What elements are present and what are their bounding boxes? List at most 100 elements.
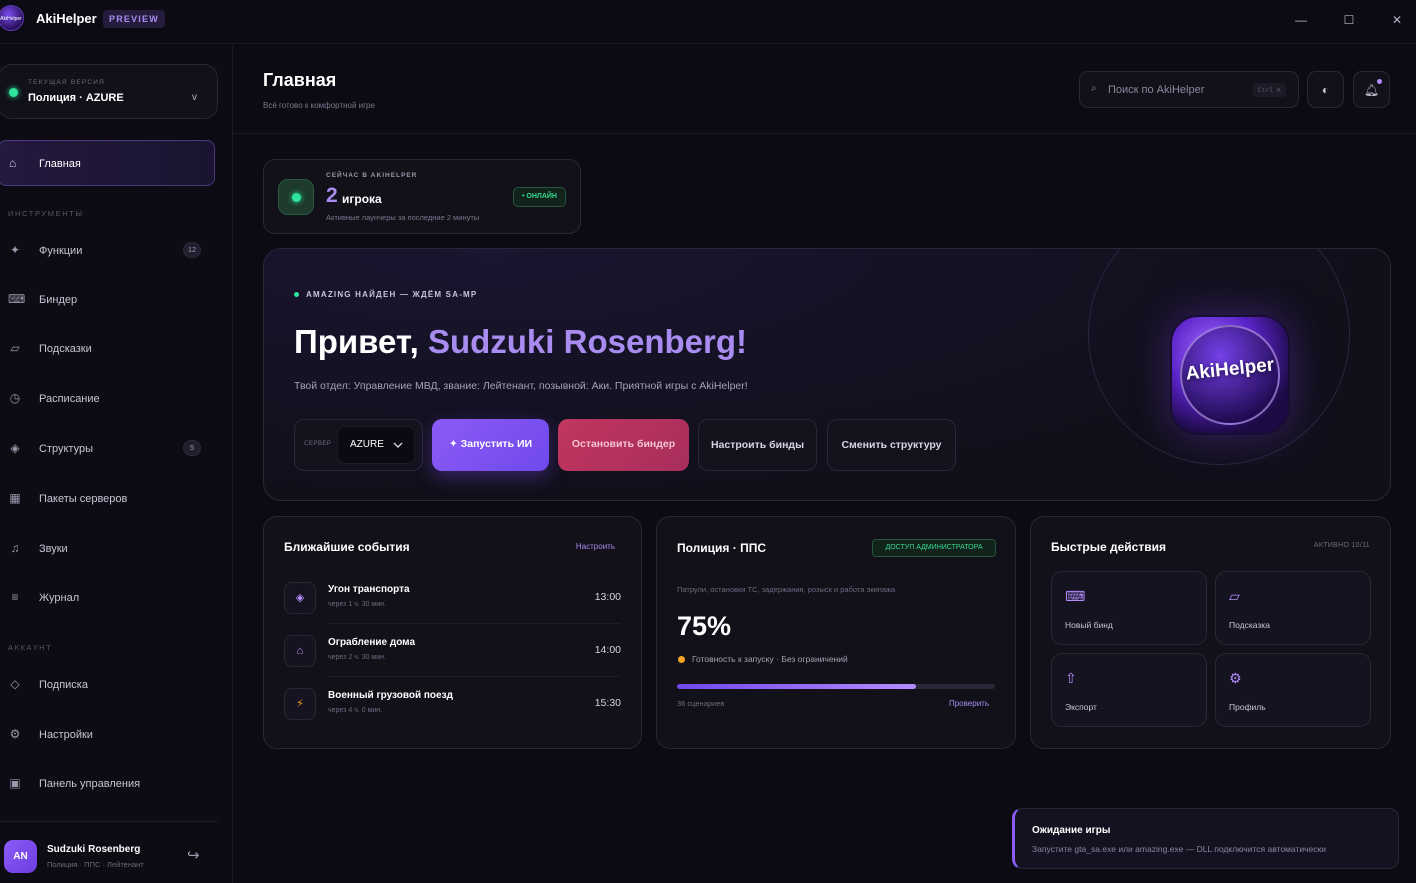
event-row[interactable]: ⚡ Военный грузовой поезд через 4 ч. 0 ми… [284, 688, 621, 741]
home-icon: ⌂ [9, 156, 17, 170]
lightning-icon: ⚡ [284, 688, 316, 720]
clock-icon: ◷ [9, 391, 21, 405]
version-value: Полиция · AZURE [28, 92, 124, 104]
waiting-toast[interactable]: Ожидание игры Запустите gta_sa.exe или a… [1012, 808, 1399, 869]
sidebar-item-label: Панель управления [39, 778, 141, 790]
minimize-icon: — [1295, 13, 1307, 27]
toast-title: Ожидание игры [1032, 825, 1111, 836]
sidebar-item-functions[interactable]: ✦ Функции 12 [0, 236, 220, 266]
scenario-count: 36 сценариев [677, 699, 725, 708]
online-description: Активные лаунчеры за последние 2 минуты [326, 213, 480, 222]
progress-bar [677, 684, 995, 689]
hero-greeting: Привет, Sudzuki Rosenberg! [294, 323, 747, 361]
tile-label: Новый бинд [1065, 620, 1113, 630]
maximize-button[interactable]: ☐ [1337, 8, 1361, 32]
sidebar-item-label: Расписание [39, 393, 100, 405]
event-countdown: через 2 ч. 30 мин. [328, 654, 386, 661]
diamond-outline-icon: ◇ [10, 677, 20, 691]
avatar[interactable]: AN [4, 840, 37, 873]
sidebar-item-label: Биндер [39, 294, 78, 306]
close-button[interactable]: ✕ [1385, 8, 1409, 32]
online-icon [278, 179, 314, 215]
hint-tile[interactable]: ▱ Подсказка [1215, 571, 1371, 645]
notification-dot [1377, 79, 1382, 84]
event-title: Угон транспорта [328, 584, 410, 595]
server-picker: СЕРВЕР AZURE [294, 419, 423, 471]
event-title: Ограбление дома [328, 637, 416, 648]
keyboard-icon: ⌨ [1065, 588, 1086, 604]
greeting-prefix: Привет, [294, 323, 428, 360]
profile-tile[interactable]: ⚙ Профиль [1215, 653, 1371, 727]
sidebar-item-journal[interactable]: ≡ Журнал [0, 583, 220, 613]
police-card: Полиция · ППС ДОСТУП АДМИНИСТРАТОРА Патр… [656, 516, 1016, 749]
maximize-icon: ☐ [1343, 13, 1355, 27]
launch-ai-button[interactable]: ✦ Запустить ИИ [432, 419, 549, 471]
readiness-status: Готовность к запуску · Без ограничений [692, 654, 848, 664]
logout-icon[interactable]: ↪ [187, 846, 200, 864]
online-count: 2 [326, 184, 338, 207]
user-role: Полиция · ППС · Лейтенант [47, 860, 144, 869]
event-row[interactable]: ⌂ Ограбление дома через 2 ч. 30 мин. 14:… [284, 635, 621, 688]
sidebar-item-settings[interactable]: ⚙ Настройки [0, 720, 220, 750]
sidebar-item-hints[interactable]: ▱ Подсказки [0, 334, 220, 364]
sidebar-item-server-packs[interactable]: ▦ Пакеты серверов [0, 484, 220, 514]
theme-toggle-button[interactable]: ◐ [1307, 71, 1344, 108]
police-description: Патрули, остановки ТС, задержания, розыс… [677, 585, 896, 594]
readiness-percent: 75% [677, 611, 732, 641]
bell-icon: 🔔︎ [1363, 83, 1380, 97]
keyboard-icon: ⌨ [8, 292, 26, 306]
sidebar-item-label: Подписка [39, 679, 88, 691]
sidebar-item-control-panel[interactable]: ▣ Панель управления [0, 769, 220, 799]
sidebar-item-sounds[interactable]: ♫ Звуки [0, 534, 220, 564]
count-badge: 12 [183, 242, 201, 258]
online-dot [292, 193, 301, 202]
new-bind-tile[interactable]: ⌨ Новый бинд [1051, 571, 1207, 645]
online-card: СЕЙЧАС В AKIHELPER 2 игрока Активные лау… [263, 159, 581, 234]
search-box[interactable]: ⌕ Ctrl K [1079, 71, 1299, 108]
sidebar-item-label: Подсказки [39, 343, 92, 355]
diamond-icon: ◈ [284, 582, 316, 614]
stop-binder-button[interactable]: Остановить биндер [558, 419, 689, 471]
sidebar-item-structures[interactable]: ◈ Структуры 5 [0, 434, 220, 464]
status-dot [294, 292, 299, 297]
notifications-button[interactable]: 🔔︎ [1353, 71, 1390, 108]
search-input[interactable] [1108, 82, 1248, 98]
sidebar-item-label: Главная [39, 158, 81, 170]
card-icon: ▱ [1229, 588, 1240, 604]
chevron-down-icon [392, 439, 404, 451]
sidebar-item-label: Структуры [39, 443, 93, 455]
event-row[interactable]: ◈ Угон транспорта через 1 ч. 30 мин. 13:… [284, 582, 621, 635]
sidebar-item-binder[interactable]: ⌨ Биндер [0, 285, 220, 315]
sidebar: ТЕКУЩАЯ ВЕРСИЯ Полиция · AZURE v ⌂ Главн… [0, 45, 233, 883]
account-section-label: АККАУНТ [8, 643, 53, 652]
sidebar-item-home[interactable]: ⌂ Главная [0, 140, 215, 186]
sidebar-item-subscription[interactable]: ◇ Подписка [0, 670, 220, 700]
configure-events-link[interactable]: Настроить [576, 542, 615, 551]
grid-icon: ▦ [9, 491, 21, 505]
page-header: Главная Всё готово к комфортной игре ⌕ C… [233, 45, 1416, 134]
sidebar-divider [0, 821, 218, 822]
check-link[interactable]: Проверить [949, 699, 989, 708]
version-caption: ТЕКУЩАЯ ВЕРСИЯ [28, 79, 106, 86]
greeting-user-name: Sudzuki Rosenberg! [427, 323, 747, 360]
event-title: Военный грузовой поезд [328, 690, 453, 701]
event-countdown: через 1 ч. 30 мин. [328, 601, 386, 608]
event-time: 15:30 [594, 697, 621, 709]
change-structure-button[interactable]: Сменить структуру [827, 419, 956, 471]
card-icon: ▱ [10, 341, 20, 355]
sidebar-item-schedule[interactable]: ◷ Расписание [0, 384, 220, 414]
sidebar-item-label: Функции [39, 245, 83, 257]
page-title: Главная [263, 70, 337, 90]
server-select[interactable]: AZURE [337, 426, 415, 464]
search-icon: ⌕ [1091, 83, 1097, 94]
export-tile[interactable]: ⇧ Экспорт [1051, 653, 1207, 727]
configure-binds-button[interactable]: Настроить бинды [698, 419, 817, 471]
divider [328, 623, 621, 624]
hero-subtitle: Твой отдел: Управление МВД, звание: Лейт… [294, 380, 748, 392]
toast-text: Запустите gta_sa.exe или amazing.exe — D… [1032, 844, 1326, 854]
minimize-button[interactable]: — [1289, 8, 1313, 32]
app-title: AkiHelper [36, 11, 97, 26]
card-title: Быстрые действия [1051, 540, 1166, 554]
version-selector[interactable]: ТЕКУЩАЯ ВЕРСИЯ Полиция · AZURE v [0, 64, 218, 119]
status-dot [678, 656, 685, 663]
